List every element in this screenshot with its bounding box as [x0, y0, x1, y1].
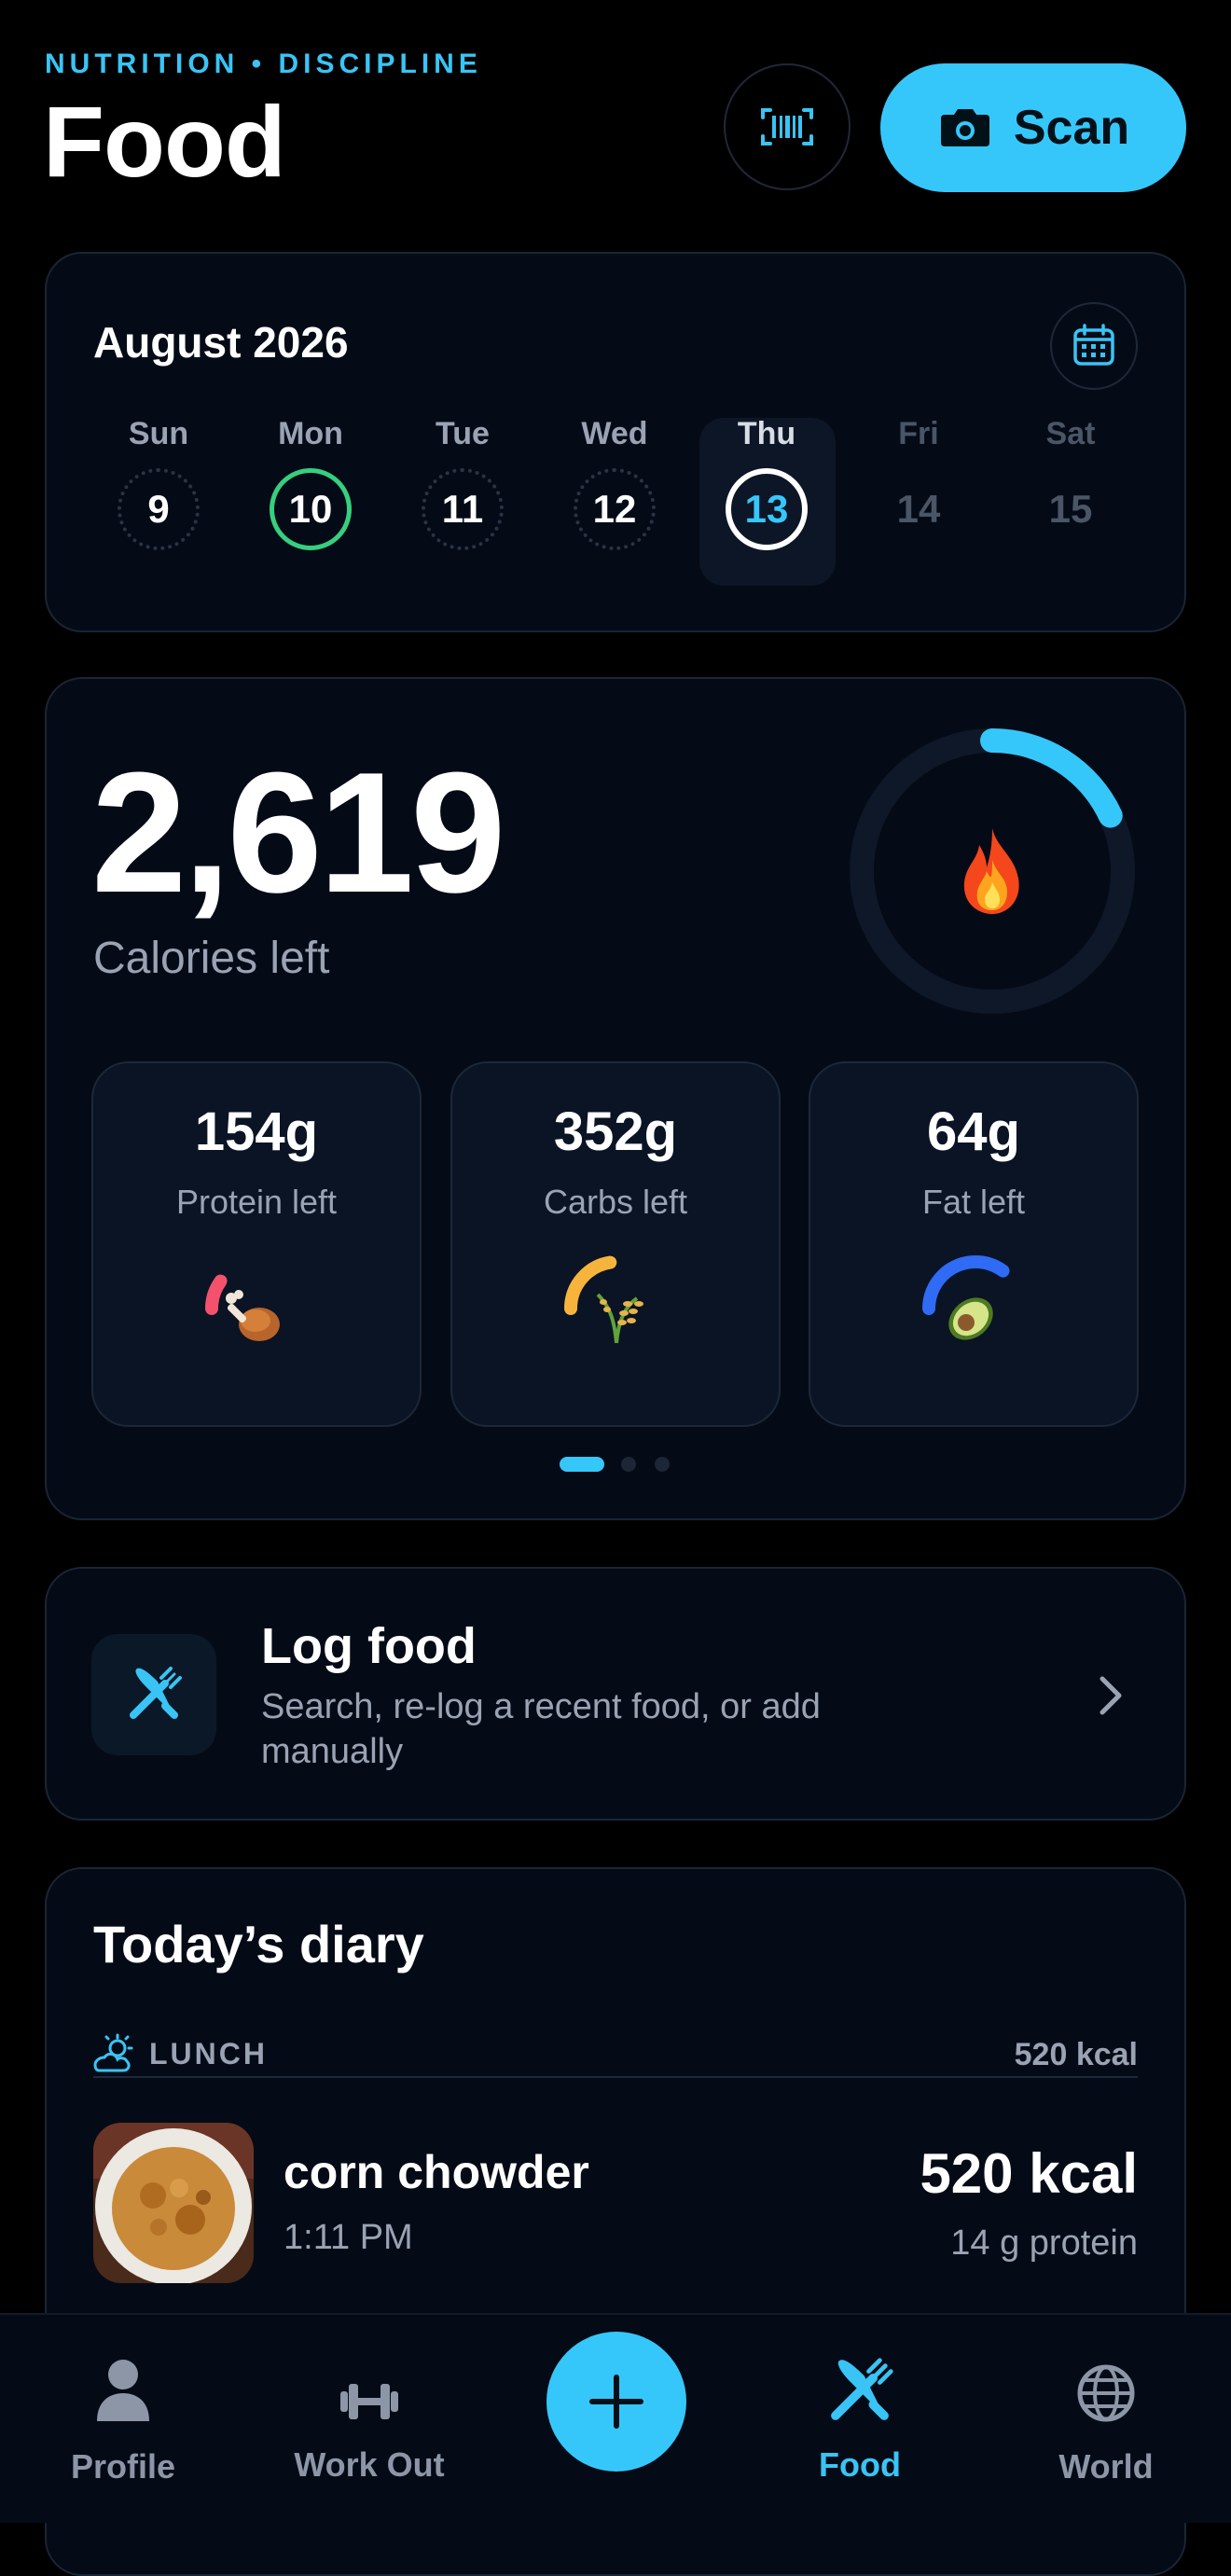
poultry-leg-icon	[226, 1290, 280, 1341]
rice-icon	[596, 1293, 643, 1344]
pager-dot[interactable]	[621, 1457, 636, 1472]
log-food-title: Log food	[261, 1618, 477, 1674]
carbs-gauge	[564, 1255, 671, 1344]
fat-gauge	[922, 1255, 1029, 1340]
tab-food-label: Food	[819, 2445, 901, 2484]
day-sat[interactable]: Sat 15	[1001, 410, 1141, 550]
food-item-kcal: 520 kcal	[920, 2142, 1138, 2205]
meal-label-lunch: LUNCH	[149, 2037, 268, 2070]
protein-value: 154g	[194, 1101, 319, 1162]
meal-divider	[93, 2076, 1138, 2078]
day-name: Wed	[581, 416, 648, 451]
calories-left-label: Calories left	[93, 934, 330, 983]
day-number: 10	[270, 468, 352, 550]
day-fri[interactable]: Fri 14	[849, 410, 989, 550]
tab-profile[interactable]: Profile	[21, 2315, 226, 2523]
log-food-subtitle: Search, re-log a recent food, or add man…	[261, 1687, 821, 1771]
partly-sunny-icon	[93, 2033, 133, 2072]
log-food-icon-box	[91, 1634, 216, 1755]
food-item-protein: 14 g protein	[950, 2223, 1138, 2263]
avocado-icon	[948, 1297, 993, 1340]
macro-card-fat[interactable]: 64g Fat left	[809, 1061, 1139, 1427]
fire-icon	[963, 828, 1019, 914]
scan-button[interactable]: Scan	[880, 63, 1186, 192]
food-item-time: 1:11 PM	[284, 2218, 413, 2257]
tab-workout-label: Work Out	[294, 2445, 445, 2484]
calendar-month: August 2026	[93, 318, 349, 367]
pager-dot-active[interactable]	[560, 1457, 604, 1472]
day-name: Mon	[278, 416, 343, 451]
dumbbell-icon	[340, 2384, 398, 2419]
tab-profile-label: Profile	[70, 2447, 176, 2486]
camera-icon	[940, 109, 989, 146]
tab-workout[interactable]: Work Out	[267, 2315, 472, 2523]
calendar-button[interactable]	[1050, 302, 1138, 390]
carbs-label: Carbs left	[543, 1183, 688, 1221]
day-number: 12	[574, 468, 656, 550]
food-item-name[interactable]: corn chowder	[284, 2145, 589, 2199]
meal-kcal-lunch: 520 kcal	[1014, 2037, 1138, 2072]
macro-card-protein[interactable]: 154g Protein left	[91, 1061, 422, 1427]
fat-label: Fat left	[921, 1183, 1026, 1221]
globe-icon	[1077, 2364, 1135, 2422]
fork-knife-icon	[130, 1667, 182, 1719]
macro-card-carbs[interactable]: 352g Carbs left	[450, 1061, 781, 1427]
day-number: 11	[422, 468, 504, 550]
day-number: 15	[1048, 487, 1093, 531]
fork-knife-icon	[831, 2358, 893, 2420]
header-eyebrow: NUTRITION • DISCIPLINE	[45, 48, 482, 79]
plus-icon	[589, 2375, 643, 2429]
day-sun[interactable]: Sun 9	[89, 410, 228, 550]
carbs-value: 352g	[553, 1101, 678, 1162]
day-number: 14	[896, 487, 941, 531]
calories-left-value: 2,619	[91, 736, 505, 928]
day-tue[interactable]: Tue 11	[393, 410, 533, 550]
scan-label: Scan	[1013, 101, 1130, 155]
day-number: 13	[726, 468, 808, 550]
barcode-icon	[761, 108, 813, 145]
diary-title: Today’s diary	[93, 1915, 424, 1974]
tab-world-label: World	[1058, 2447, 1154, 2486]
day-name: Sat	[1045, 416, 1096, 451]
barcode-button[interactable]	[724, 63, 851, 190]
day-thu[interactable]: Thu 13	[697, 410, 837, 550]
tab-world[interactable]: World	[1003, 2315, 1209, 2523]
pager-dot[interactable]	[655, 1457, 670, 1472]
food-photo-image	[93, 2123, 254, 2283]
tab-food[interactable]: Food	[757, 2315, 962, 2523]
day-number: 9	[118, 468, 200, 550]
day-name: Thu	[737, 416, 796, 451]
page-title: Food	[43, 85, 286, 198]
protein-label: Protein left	[175, 1183, 338, 1221]
calendar-icon	[1073, 324, 1114, 366]
day-mon[interactable]: Mon 10	[241, 410, 380, 550]
person-icon	[97, 2360, 149, 2421]
day-name: Fri	[898, 416, 939, 451]
day-name: Sun	[128, 416, 189, 451]
add-button[interactable]	[546, 2332, 686, 2472]
day-name: Tue	[436, 416, 490, 451]
day-wed[interactable]: Wed 12	[545, 410, 685, 550]
food-photo[interactable]	[93, 2123, 254, 2283]
protein-gauge	[205, 1255, 311, 1341]
chevron-right-icon	[1100, 1676, 1122, 1715]
fat-value: 64g	[927, 1101, 1020, 1162]
